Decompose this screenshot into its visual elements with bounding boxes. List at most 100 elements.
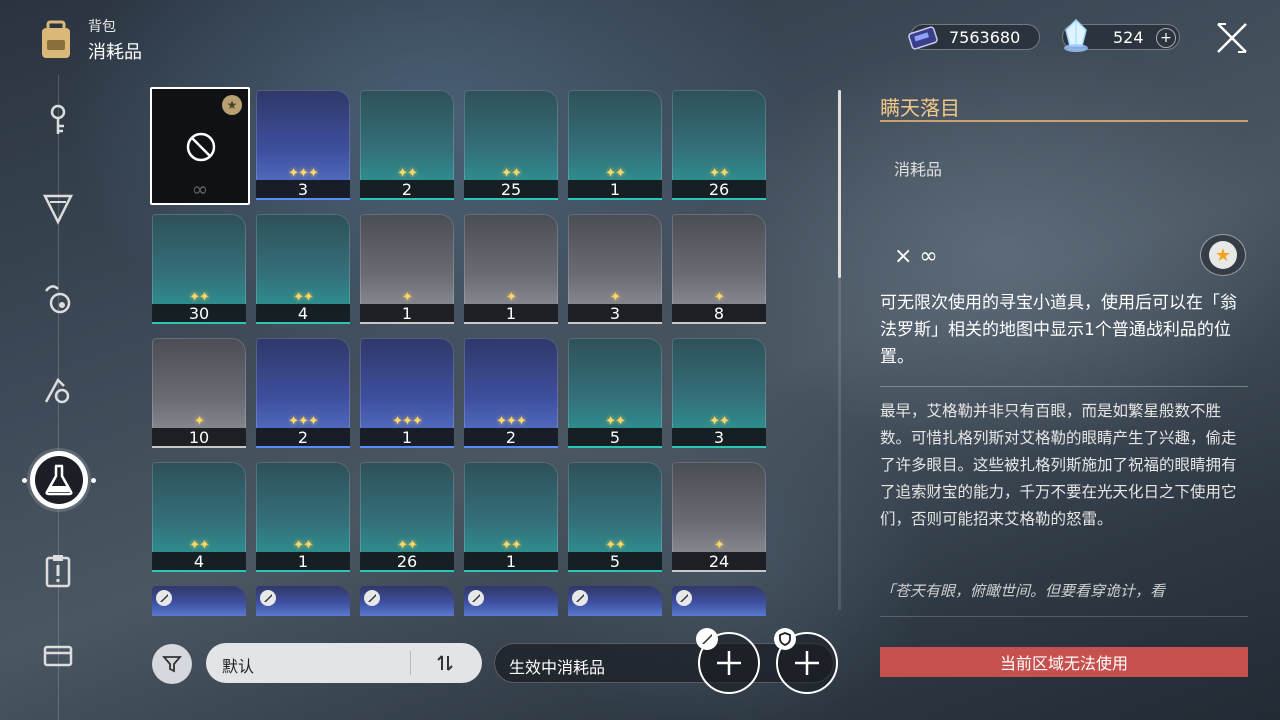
- rarity-line: [464, 570, 558, 572]
- rarity-stars: ✦: [194, 414, 205, 429]
- rarity-stars: ✦✦: [709, 166, 730, 181]
- nav-upgrade-materials[interactable]: [33, 274, 83, 324]
- rarity-stars: ✦✦: [293, 538, 314, 553]
- item-quantity: 26: [672, 180, 766, 200]
- unavailable-icon: [186, 132, 216, 162]
- unusable-warning: 当前区域无法使用: [880, 647, 1248, 677]
- item-slot[interactable]: ✦ 3: [568, 214, 662, 324]
- nav-consumables[interactable]: [30, 451, 88, 509]
- rarity-stars: ✦: [610, 290, 621, 305]
- item-slot-partial[interactable]: [464, 586, 558, 616]
- item-quantity: 2: [256, 428, 350, 448]
- rarity-line: [360, 322, 454, 324]
- nav-relics[interactable]: [33, 365, 83, 415]
- item-slot[interactable]: ✦✦ 26: [672, 90, 766, 200]
- item-owned-quantity: × ∞: [894, 244, 938, 269]
- relic-icon: [44, 377, 70, 404]
- item-quantity: 4: [152, 552, 246, 572]
- item-slot[interactable]: ✦✦ 2: [360, 90, 454, 200]
- rarity-line: [672, 322, 766, 324]
- item-category: 消耗品: [894, 160, 943, 179]
- item-slot[interactable]: ✦✦ 5: [568, 338, 662, 448]
- sort-label: 默认: [222, 657, 255, 676]
- grid-scrollbar-thumb[interactable]: [838, 90, 841, 278]
- materials-icon: [45, 285, 71, 314]
- rarity-line: [568, 198, 662, 200]
- item-slot[interactable]: ✦✦ 1: [256, 462, 350, 572]
- item-slot[interactable]: ✦✦✦ 2: [464, 338, 558, 448]
- item-slot[interactable]: ✦✦ 5: [568, 462, 662, 572]
- item-slot[interactable]: ✦ 24: [672, 462, 766, 572]
- item-quantity: 3: [256, 180, 350, 200]
- item-slot[interactable]: ✦✦✦ 3: [256, 90, 350, 200]
- item-slot[interactable]: ✦✦ 1: [464, 462, 558, 572]
- item-slot[interactable]: ✦✦✦ 2: [256, 338, 350, 448]
- item-slot[interactable]: ✦ 1: [464, 214, 558, 324]
- item-slot-partial[interactable]: [256, 586, 350, 616]
- plus-icon: [717, 651, 741, 675]
- item-slot[interactable]: ✦✦ 26: [360, 462, 454, 572]
- item-slot[interactable]: ✦✦ 3: [672, 338, 766, 448]
- item-slot[interactable]: ✦ 10: [152, 338, 246, 448]
- flask-icon: [45, 464, 73, 496]
- item-slot-partial[interactable]: [152, 586, 246, 616]
- jade-icon: [1064, 18, 1088, 52]
- rarity-stars: ✦✦: [501, 166, 522, 181]
- sword-tag-icon: [468, 590, 484, 606]
- rarity-line: [464, 446, 558, 448]
- rarity-stars: ✦: [714, 538, 725, 553]
- page-title: 消耗品: [88, 42, 142, 63]
- item-slot[interactable]: ✦✦ 30: [152, 214, 246, 324]
- nav-valuables[interactable]: [33, 628, 83, 678]
- item-quantity: 24: [672, 552, 766, 572]
- item-slot-partial[interactable]: [360, 586, 454, 616]
- rarity-stars: ✦✦: [605, 538, 626, 553]
- add-jade-button[interactable]: +: [1156, 28, 1176, 48]
- cone-icon: [42, 194, 74, 225]
- item-quantity: 4: [256, 304, 350, 324]
- nav-cone[interactable]: [33, 183, 83, 233]
- star-icon: ★: [1209, 241, 1237, 269]
- item-slot[interactable]: ✦✦ 25: [464, 90, 558, 200]
- rarity-stars: ✦: [506, 290, 517, 305]
- description-divider: [880, 386, 1248, 387]
- item-slot[interactable]: ✦✦ 4: [256, 214, 350, 324]
- credits-icon: [908, 26, 938, 50]
- nav-key-items[interactable]: [33, 95, 83, 145]
- active-consumables-label: 生效中消耗品: [509, 658, 606, 677]
- item-quantity: 10: [152, 428, 246, 448]
- item-slot[interactable]: ✦ 1: [360, 214, 454, 324]
- item-quantity: 1: [360, 304, 454, 324]
- rarity-line: [672, 570, 766, 572]
- item-quantity: ∞: [191, 177, 209, 201]
- sort-dropdown[interactable]: 默认: [206, 643, 482, 683]
- item-slot-partial[interactable]: [568, 586, 662, 616]
- item-slot[interactable]: ✦ 8: [672, 214, 766, 324]
- item-quantity: 8: [672, 304, 766, 324]
- item-quantity: 26: [360, 552, 454, 572]
- sword-tag-icon: [676, 590, 692, 606]
- item-description: 可无限次使用的寻宝小道具，使用后可以在「翁法罗斯」相关的地图中显示1个普通战利品…: [880, 293, 1237, 367]
- rarity-line: [256, 322, 350, 324]
- item-quantity: 5: [568, 552, 662, 572]
- favorite-button[interactable]: ★: [1200, 234, 1246, 276]
- item-slot-partial[interactable]: [672, 586, 766, 616]
- rarity-line: [152, 322, 246, 324]
- item-slot-selected[interactable]: ★ ∞: [150, 87, 250, 205]
- item-slot[interactable]: ✦✦ 4: [152, 462, 246, 572]
- rarity-stars: ✦✦: [709, 414, 730, 429]
- sort-order-icon[interactable]: [434, 653, 456, 673]
- plus-icon: [795, 651, 819, 675]
- filter-button[interactable]: [152, 644, 192, 684]
- nav-missions[interactable]: [33, 545, 83, 595]
- rarity-line: [360, 570, 454, 572]
- rarity-line: [360, 198, 454, 200]
- key-icon: [50, 104, 66, 134]
- rarity-line: [256, 446, 350, 448]
- clipboard-icon: [45, 555, 71, 588]
- close-icon[interactable]: [1212, 20, 1252, 56]
- item-slot[interactable]: ✦✦ 1: [568, 90, 662, 200]
- item-slot[interactable]: ✦✦✦ 1: [360, 338, 454, 448]
- rarity-stars: ✦✦✦: [288, 414, 319, 429]
- rarity-line: [256, 570, 350, 572]
